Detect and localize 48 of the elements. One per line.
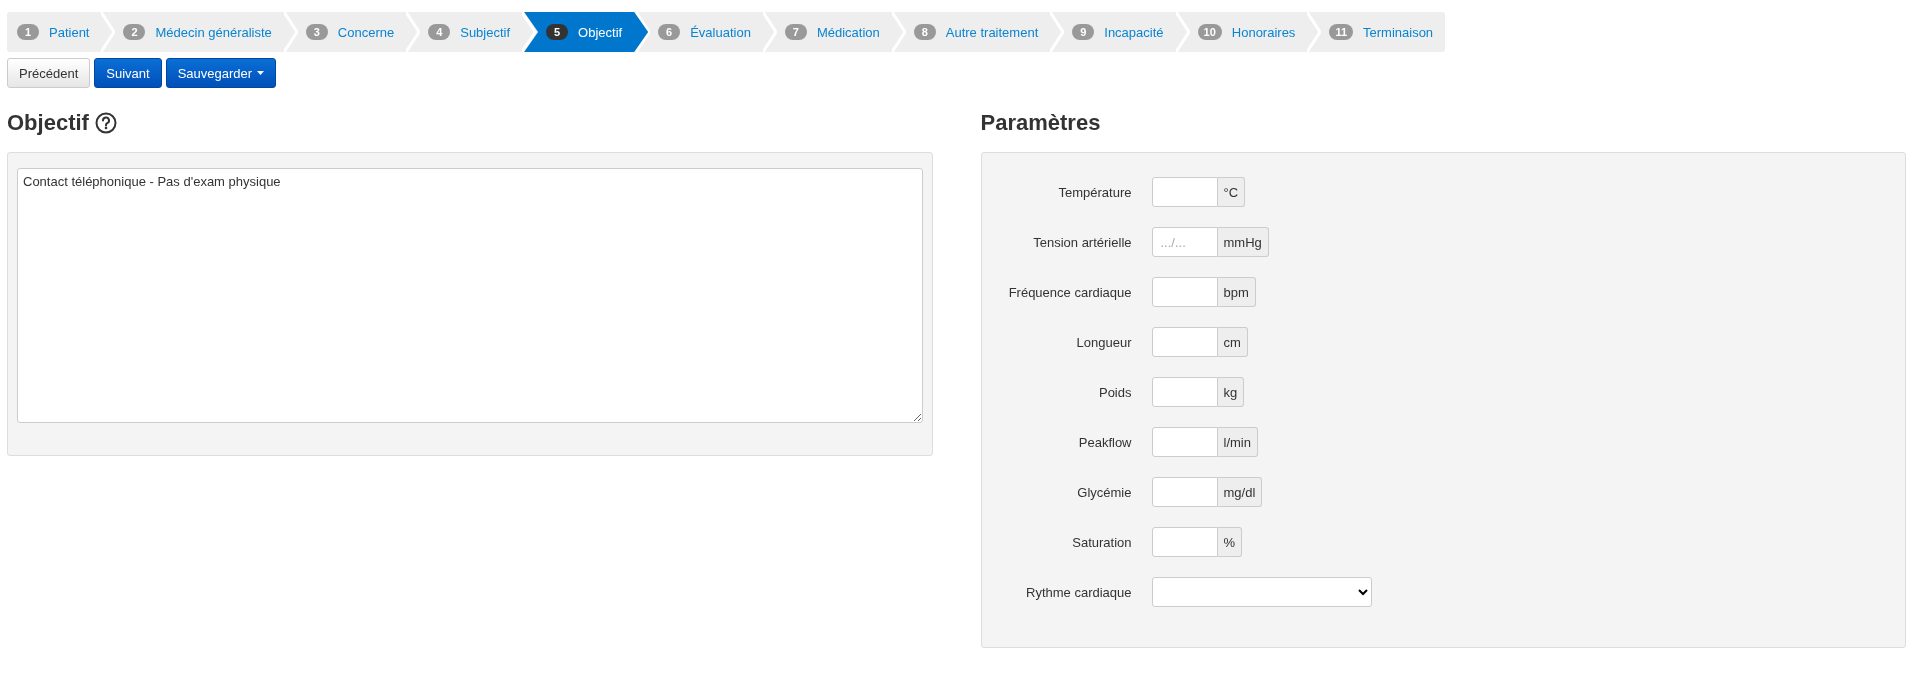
input-field[interactable] (1151, 327, 1218, 357)
step-number-badge: 11 (1329, 24, 1353, 40)
input-field[interactable] (1151, 377, 1218, 407)
unit-label: l/min (1217, 427, 1258, 457)
field-label: Fréquence cardiaque (1007, 284, 1133, 300)
objective-text-area[interactable]: Contact téléphonique - Pas d'exam physique (17, 168, 923, 423)
unit-label: mmHg (1217, 227, 1269, 257)
field-label: Poids (1097, 384, 1133, 400)
step-number-badge: 2 (123, 24, 146, 40)
step-separator (636, 12, 651, 52)
unit-label: °C (1217, 177, 1246, 207)
field-label: Glycémie (1076, 484, 1133, 500)
field-label: Saturation (1071, 534, 1133, 550)
step-number-badge: 1 (17, 24, 39, 40)
step-number-badge: 4 (428, 24, 451, 40)
step-number-badge: 3 (305, 24, 328, 40)
next-button[interactable]: Suivant (94, 58, 162, 88)
unit-label: mg/dl (1217, 477, 1263, 507)
input-field[interactable] (1151, 477, 1218, 507)
unit-label: % (1217, 527, 1243, 557)
field-label: Peakflow (1077, 434, 1133, 450)
step-number-badge: 10 (1197, 24, 1222, 40)
step-number-badge: 9 (1072, 24, 1095, 40)
unit-label: bpm (1217, 277, 1256, 307)
step-number-badge: 8 (913, 24, 936, 40)
help-icon[interactable] (94, 112, 117, 134)
step-number-badge: 7 (784, 24, 807, 40)
input-field[interactable] (1151, 177, 1218, 207)
step-number-badge: 6 (658, 24, 681, 40)
caret-icon (257, 71, 265, 75)
input-field[interactable] (1151, 527, 1218, 557)
field-label: Longueur (1075, 334, 1133, 350)
select-field[interactable] (1151, 577, 1372, 607)
input-field[interactable] (1151, 427, 1218, 457)
step-number-badge: 5 (546, 24, 569, 40)
section-title: Paramètres (980, 110, 1101, 136)
input-field[interactable]: .../... (1151, 227, 1218, 257)
previous-button[interactable]: Précédent (7, 58, 91, 88)
section-title: Objectif (7, 110, 89, 136)
field-label: Rythme cardiaque (1025, 584, 1133, 600)
unit-label: kg (1217, 377, 1245, 407)
field-label: Tension artérielle (1032, 234, 1133, 250)
input-field[interactable] (1151, 277, 1218, 307)
save-dropdown-button[interactable]: Sauvegarder (165, 58, 277, 88)
unit-label: cm (1217, 327, 1248, 357)
step-tab[interactable]: 5 Objectif (524, 12, 649, 52)
step-separator (522, 12, 537, 52)
field-label: Température (1057, 184, 1133, 200)
